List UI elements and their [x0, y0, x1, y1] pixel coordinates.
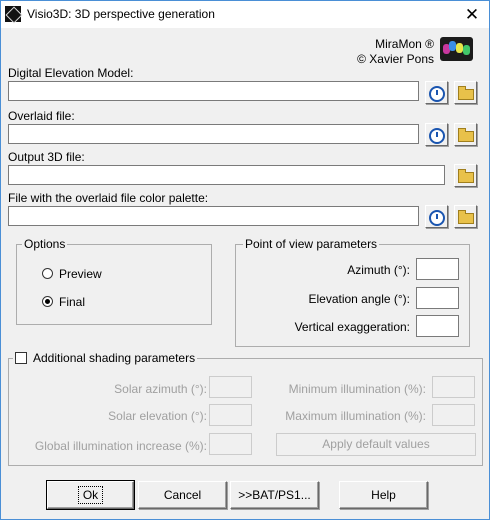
folder-icon [457, 127, 474, 142]
final-label[interactable]: Final [59, 295, 85, 309]
solar-elevation-input[interactable] [209, 404, 252, 426]
folder-icon [457, 209, 474, 224]
apply-default-button[interactable]: Apply default values [276, 433, 476, 456]
output-label: Output 3D file: [8, 150, 85, 164]
options-title: Options [22, 237, 68, 251]
shading-header: Additional shading parameters [13, 351, 198, 365]
azimuth-input[interactable] [416, 258, 459, 280]
overlaid-browse-button[interactable] [454, 123, 477, 146]
close-button[interactable]: ✕ [455, 1, 489, 28]
bat-ps1-button[interactable]: >>BAT/PS1... [230, 481, 319, 509]
clock-icon [428, 209, 445, 226]
elevation-input[interactable] [416, 287, 459, 309]
max-illumination-input[interactable] [432, 404, 475, 426]
window-title: Visio3D: 3D perspective generation [27, 7, 215, 21]
logo-dot [456, 43, 463, 53]
vertical-input[interactable] [416, 315, 459, 337]
solar-azimuth-label: Solar azimuth (°): [114, 382, 207, 396]
palette-browse-button[interactable] [454, 205, 477, 228]
vertical-label: Vertical exaggeration: [294, 320, 410, 334]
brand-name: MiraMon ® [375, 37, 434, 51]
clock-icon [428, 127, 445, 144]
shading-checkbox[interactable] [15, 352, 27, 364]
dem-browse-button[interactable] [454, 81, 477, 104]
azimuth-label: Azimuth (°): [347, 263, 410, 277]
options-group [16, 244, 212, 325]
dem-input[interactable] [8, 81, 419, 101]
min-illumination-input[interactable] [432, 376, 475, 398]
overlaid-input[interactable] [8, 124, 419, 144]
folder-icon [457, 168, 474, 183]
palette-history-button[interactable] [425, 205, 448, 228]
global-illumination-label: Global illumination increase (%): [34, 439, 207, 453]
max-illumination-label: Maximum illumination (%): [285, 409, 426, 423]
cancel-button[interactable]: Cancel [138, 481, 227, 509]
logo-dot [449, 41, 456, 51]
point-of-view-title: Point of view parameters [243, 237, 380, 251]
dem-history-button[interactable] [425, 81, 448, 104]
solar-azimuth-input[interactable] [209, 376, 252, 398]
overlaid-label: Overlaid file: [8, 109, 75, 123]
folder-icon [457, 85, 474, 100]
final-radio[interactable] [42, 296, 53, 307]
min-illumination-label: Minimum illumination (%): [288, 382, 426, 396]
global-illumination-input[interactable] [209, 433, 252, 455]
dem-label: Digital Elevation Model: [8, 66, 134, 80]
overlaid-history-button[interactable] [425, 123, 448, 146]
ok-label: Ok [77, 486, 104, 504]
palette-label: File with the overlaid file color palett… [8, 191, 209, 205]
brand-author: © Xavier Pons [357, 52, 434, 66]
shading-title[interactable]: Additional shading parameters [33, 351, 195, 365]
ok-button[interactable]: Ok [46, 480, 135, 510]
miramon-logo [440, 37, 473, 61]
clock-icon [428, 85, 445, 102]
visio3d-icon [5, 6, 21, 22]
help-button[interactable]: Help [339, 481, 428, 509]
palette-input[interactable] [8, 206, 419, 226]
output-input[interactable] [8, 165, 445, 185]
title-bar: Visio3D: 3D perspective generation ✕ [0, 0, 490, 28]
preview-label[interactable]: Preview [59, 267, 102, 281]
logo-dot [463, 45, 470, 55]
preview-radio[interactable] [42, 268, 53, 279]
elevation-label: Elevation angle (°): [308, 292, 410, 306]
output-browse-button[interactable] [454, 164, 477, 187]
solar-elevation-label: Solar elevation (°): [108, 409, 207, 423]
